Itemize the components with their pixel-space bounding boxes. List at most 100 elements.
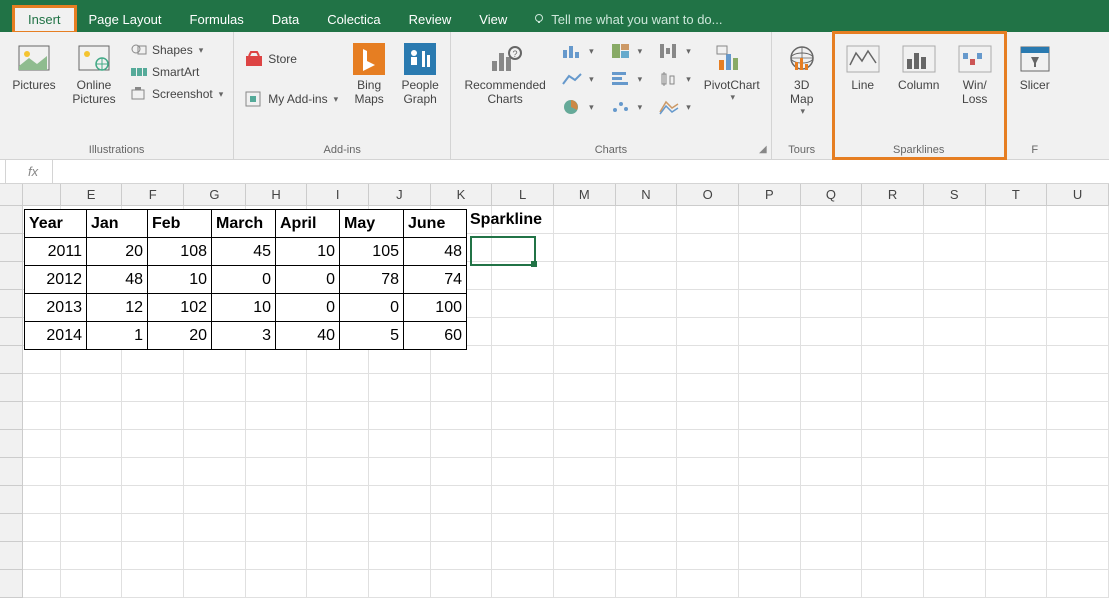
table-cell[interactable]: 10 [212, 294, 276, 322]
table-cell[interactable]: 20 [87, 238, 148, 266]
table-cell[interactable]: 102 [148, 294, 212, 322]
table-cell[interactable]: 40 [276, 322, 340, 350]
table-cell[interactable]: 3 [212, 322, 276, 350]
tab-page-layout[interactable]: Page Layout [75, 7, 176, 32]
select-all-corner[interactable] [0, 184, 23, 205]
sparkline-column-button[interactable]: Column [891, 40, 947, 94]
people-graph-label: People Graph [401, 78, 438, 106]
tab-colectica[interactable]: Colectica [313, 7, 394, 32]
formula-input[interactable] [53, 160, 1109, 183]
table-header[interactable]: June [404, 210, 467, 238]
col-header[interactable] [23, 184, 61, 205]
table-cell[interactable]: 20 [148, 322, 212, 350]
group-label-addins: Add-ins [324, 141, 361, 159]
col-header-r[interactable]: R [862, 184, 924, 205]
col-header-o[interactable]: O [677, 184, 739, 205]
tab-view[interactable]: View [465, 7, 521, 32]
col-header-e[interactable]: E [61, 184, 123, 205]
chart-scatter-button[interactable]: ▾ [606, 96, 647, 118]
col-header-u[interactable]: U [1047, 184, 1109, 205]
table-cell[interactable]: 2012 [25, 266, 87, 294]
pictures-button[interactable]: Pictures [6, 40, 62, 94]
table-header[interactable]: Year [25, 210, 87, 238]
my-addins-label: My Add-ins [268, 92, 327, 106]
table-header[interactable]: Feb [148, 210, 212, 238]
col-header-g[interactable]: G [184, 184, 246, 205]
group-label-tours: Tours [788, 141, 815, 159]
col-header-p[interactable]: P [739, 184, 801, 205]
chart-line-button[interactable]: ▾ [557, 68, 598, 90]
chart-hierarchy-button[interactable]: ▾ [606, 40, 647, 62]
col-header-f[interactable]: F [122, 184, 184, 205]
table-cell[interactable]: 0 [276, 266, 340, 294]
table-cell[interactable]: 10 [148, 266, 212, 294]
col-header-i[interactable]: I [307, 184, 369, 205]
chart-pie-button[interactable]: ▾ [557, 96, 598, 118]
fx-button[interactable]: fx [6, 160, 53, 183]
chart-statistic-button[interactable]: ▾ [654, 68, 695, 90]
table-cell[interactable]: 48 [87, 266, 148, 294]
table-cell[interactable]: 105 [340, 238, 404, 266]
people-graph-button[interactable]: People Graph [396, 40, 444, 108]
table-header[interactable]: Jan [87, 210, 148, 238]
col-header-t[interactable]: T [986, 184, 1048, 205]
shapes-button[interactable]: Shapes▾ [126, 40, 227, 60]
chart-bar-button[interactable]: ▾ [606, 68, 647, 90]
table-cell[interactable]: 5 [340, 322, 404, 350]
col-header-h[interactable]: H [246, 184, 308, 205]
table-header[interactable]: March [212, 210, 276, 238]
table-cell[interactable]: 108 [148, 238, 212, 266]
tab-insert[interactable]: Insert [14, 7, 75, 32]
table-header[interactable]: May [340, 210, 404, 238]
my-addins-button[interactable]: My Add-ins▾ [240, 88, 342, 110]
table-cell[interactable]: 0 [276, 294, 340, 322]
chart-surface-button[interactable]: ▾ [654, 96, 695, 118]
table-header[interactable]: April [276, 210, 340, 238]
table-cell[interactable]: 0 [212, 266, 276, 294]
col-header-q[interactable]: Q [801, 184, 863, 205]
table-cell[interactable]: 1 [87, 322, 148, 350]
table-cell[interactable]: 78 [340, 266, 404, 294]
smartart-button[interactable]: SmartArt [126, 62, 227, 82]
col-header-n[interactable]: N [616, 184, 678, 205]
recommended-charts-button[interactable]: ? Recommended Charts [457, 40, 553, 108]
sparkline-line-button[interactable]: Line [839, 40, 887, 94]
col-header-j[interactable]: J [369, 184, 431, 205]
sparkline-header-cell[interactable]: Sparkline [470, 211, 542, 229]
table-cell[interactable]: 45 [212, 238, 276, 266]
online-pictures-button[interactable]: Online Pictures [66, 40, 122, 108]
screenshot-button[interactable]: Screenshot▾ [126, 84, 227, 104]
slicer-button[interactable]: Slicer [1012, 40, 1058, 94]
table-cell[interactable]: 10 [276, 238, 340, 266]
table-cell[interactable]: 100 [404, 294, 467, 322]
online-pictures-label: Online Pictures [72, 78, 115, 106]
table-cell[interactable]: 12 [87, 294, 148, 322]
store-button[interactable]: Store [240, 48, 342, 70]
charts-dialog-launcher[interactable]: ◢ [759, 144, 767, 155]
table-cell[interactable]: 48 [404, 238, 467, 266]
dropdown-icon: ▾ [199, 45, 204, 56]
table-cell[interactable]: 2014 [25, 322, 87, 350]
sparkline-winloss-icon [958, 42, 992, 76]
col-header-m[interactable]: M [554, 184, 616, 205]
table-cell[interactable]: 60 [404, 322, 467, 350]
chart-column-button[interactable]: ▾ [557, 40, 598, 62]
3d-map-button[interactable]: 3D Map▾ [778, 40, 826, 119]
table-cell[interactable]: 2013 [25, 294, 87, 322]
tab-review[interactable]: Review [395, 7, 466, 32]
table-cell[interactable]: 0 [340, 294, 404, 322]
col-header-s[interactable]: S [924, 184, 986, 205]
pivotchart-button[interactable]: PivotChart ▾ [699, 40, 765, 105]
tab-formulas[interactable]: Formulas [176, 7, 258, 32]
col-header-l[interactable]: L [492, 184, 554, 205]
store-label: Store [268, 52, 297, 66]
sparkline-winloss-button[interactable]: Win/ Loss [951, 40, 999, 108]
col-header-k[interactable]: K [431, 184, 493, 205]
bing-maps-button[interactable]: Bing Maps [346, 40, 392, 108]
table-cell[interactable]: 2011 [25, 238, 87, 266]
worksheet-grid[interactable]: Year Jan Feb March April May June 201120… [0, 206, 1109, 598]
chart-waterfall-button[interactable]: ▾ [654, 40, 695, 62]
table-cell[interactable]: 74 [404, 266, 467, 294]
tab-data[interactable]: Data [258, 7, 313, 32]
tell-me-search[interactable]: Tell me what you want to do... [533, 12, 722, 27]
